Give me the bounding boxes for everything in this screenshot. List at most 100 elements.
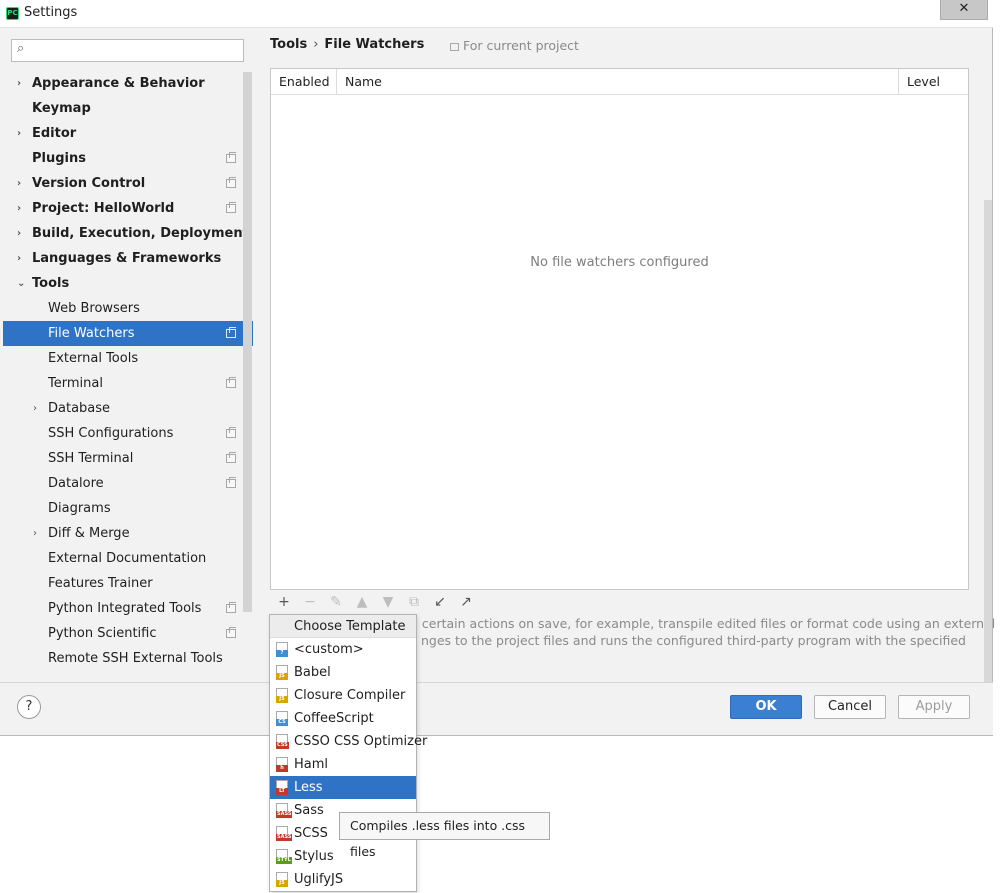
template-item-stylus[interactable]: STYL Stylus [270,845,416,868]
template-label: UglifyJS [294,872,344,887]
cancel-button[interactable]: Cancel [814,695,886,719]
chevron-down-icon[interactable]: ⌄ [17,271,27,296]
chevron-right-icon[interactable]: › [17,246,27,271]
export-icon[interactable]: ↗ [456,592,476,612]
template-item-closure-compiler[interactable]: JS Closure Compiler [270,684,416,707]
js-file-icon: JS [276,872,288,887]
js-file-icon: JS [276,665,288,680]
template-item-haml[interactable]: h Haml [270,753,416,776]
close-button[interactable]: ✕ [940,0,988,20]
add-icon[interactable]: + [274,592,294,612]
chevron-right-icon[interactable]: › [33,521,43,546]
move-up-icon[interactable]: ▲ [352,592,372,612]
template-tooltip: Compiles .less files into .css files [339,812,550,859]
move-down-icon[interactable]: ▼ [378,592,398,612]
sidebar-item-file-watchers[interactable]: File Watchers [3,321,253,346]
file-type-tag: ? [276,650,288,657]
sidebar-item-label: Database [48,401,111,416]
template-item-uglifyjs[interactable]: JS UglifyJS [270,868,416,891]
column-enabled[interactable]: Enabled [271,69,337,95]
search-input[interactable] [36,42,236,59]
chevron-right-icon[interactable]: › [17,71,27,96]
column-name[interactable]: Name [345,69,895,95]
empty-state-text: No file watchers configured [530,255,709,270]
sidebar-item-ssh-terminal[interactable]: SSH Terminal [3,446,253,471]
sidebar-item-tools[interactable]: ⌄ Tools [3,271,253,296]
file-type-tag: STYL [276,857,292,864]
window-title: Settings [24,5,78,20]
sidebar-item-terminal[interactable]: Terminal [3,371,253,396]
copy-icon[interactable]: ⧉ [404,592,424,612]
breadcrumb-current: File Watchers [324,37,425,52]
sidebar-item-label: Web Browsers [48,301,140,316]
sidebar-item-external-tools[interactable]: External Tools [3,346,253,371]
help-button[interactable]: ? [17,695,41,719]
file-type-tag: SASS [276,811,293,818]
template-item-custom[interactable]: ? <custom> [270,638,416,661]
sidebar-item-plugins[interactable]: Plugins [3,146,253,171]
template-label: Less [294,780,323,795]
sidebar-item-database[interactable]: › Database [3,396,253,421]
sidebar-item-features-trainer[interactable]: Features Trainer [3,571,253,596]
sidebar-item-label: Terminal [48,376,103,391]
template-item-coffeescript[interactable]: CS CoffeeScript [270,707,416,730]
sidebar-item-diagrams[interactable]: Diagrams [3,496,253,521]
chevron-right-icon[interactable]: › [17,196,27,221]
sidebar-item-diff-merge[interactable]: › Diff & Merge [3,521,253,546]
project-scope-icon [226,602,236,613]
sidebar-item-python-scientific[interactable]: Python Scientific [3,621,253,646]
file-type-tag: CSS [276,742,289,749]
sidebar-item-label: Diff & Merge [48,526,130,541]
chevron-right-icon[interactable]: › [17,121,27,146]
sidebar-item-build-execution-deployment[interactable]: › Build, Execution, Deployment [3,221,253,246]
haml-file-icon: h [276,757,288,772]
sidebar-item-ssh-configurations[interactable]: SSH Configurations [3,421,253,446]
settings-tree: › Appearance & Behavior Keymap › Editor Plugi… [3,71,253,671]
breadcrumb-separator: › [313,37,319,52]
template-item-less[interactable]: LT Less [270,776,416,799]
breadcrumb: Tools › File Watchers [270,37,424,52]
popup-header: Choose Template [270,615,416,638]
chevron-right-icon[interactable]: › [33,396,43,421]
chevron-right-icon[interactable]: › [17,221,27,246]
search-icon: ⌕ [17,41,25,56]
file-type-tag: JS [276,880,288,887]
sidebar-item-appearance-behavior[interactable]: › Appearance & Behavior [3,71,253,96]
sidebar-item-external-documentation[interactable]: External Documentation [3,546,253,571]
import-icon[interactable]: ↙ [430,592,450,612]
sidebar-item-web-browsers[interactable]: Web Browsers [3,296,253,321]
template-label: CSSO CSS Optimizer [294,734,428,749]
sidebar-item-label: Project: HelloWorld [32,201,175,216]
sidebar-item-label: External Tools [48,351,139,366]
sidebar-item-project-helloworld[interactable]: › Project: HelloWorld [3,196,253,221]
sidebar-item-remote-ssh-external-tools[interactable]: Remote SSH External Tools [3,646,253,671]
project-scope-icon [226,452,236,463]
table-header: Enabled Name Level [271,69,968,95]
sidebar-item-label: Tools [32,276,70,291]
sidebar-item-label: SSH Terminal [48,451,134,466]
apply-button[interactable]: Apply [898,695,970,719]
sidebar-item-editor[interactable]: › Editor [3,121,253,146]
sidebar-item-datalore[interactable]: Datalore [3,471,253,496]
edit-icon[interactable]: ✎ [326,592,346,612]
search-box[interactable]: ⌕ [11,39,244,62]
breadcrumb-parent[interactable]: Tools [270,37,307,52]
project-scope-icon [226,152,236,163]
sidebar-item-languages-frameworks[interactable]: › Languages & Frameworks [3,246,253,271]
template-item-babel[interactable]: JS Babel [270,661,416,684]
chevron-right-icon[interactable]: › [17,171,27,196]
sidebar-scrollbar[interactable] [243,72,252,612]
sidebar-item-version-control[interactable]: › Version Control [3,171,253,196]
sidebar-item-python-integrated-tools[interactable]: Python Integrated Tools [3,596,253,621]
ok-button[interactable]: OK [730,695,802,719]
template-item-csso-css-optimizer[interactable]: CSS CSSO CSS Optimizer [270,730,427,753]
sidebar-item-keymap[interactable]: Keymap [3,96,253,121]
watchers-table[interactable]: Enabled Name Level No file watchers conf… [270,68,969,590]
column-level[interactable]: Level [898,69,968,95]
app-icon: PC [6,7,19,20]
table-toolbar: + − ✎ ▲ ▼ ⧉ ↙ ↗ [270,590,969,614]
custom-file-icon: ? [276,642,288,657]
content-scrollbar[interactable] [984,200,992,700]
project-scope-icon [226,202,236,213]
remove-icon[interactable]: − [300,592,320,612]
